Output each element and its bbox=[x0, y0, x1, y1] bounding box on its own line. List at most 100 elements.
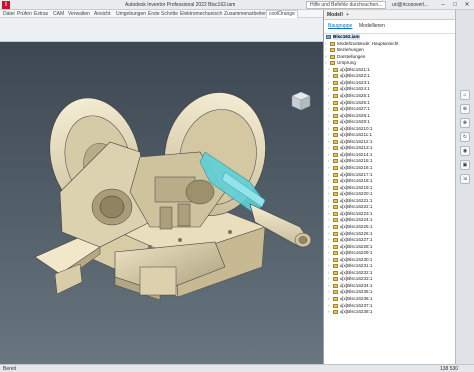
tree-item-part[interactable]: › ᴀ[x]Blsc16216:1 bbox=[324, 165, 455, 171]
tree-item-part[interactable]: › ᴀ[x]Blsc1625:1 bbox=[324, 93, 455, 99]
look-icon[interactable]: ◉ bbox=[460, 146, 470, 156]
minimize-button[interactable]: – bbox=[438, 1, 448, 9]
expand-icon[interactable]: › bbox=[328, 191, 330, 197]
expand-icon[interactable]: › bbox=[328, 178, 330, 184]
tab-pruefen[interactable]: Prüfen bbox=[17, 11, 32, 17]
tree-item-part[interactable]: › ᴀ[x]Blsc16215:1 bbox=[324, 158, 455, 164]
expand-icon[interactable]: › bbox=[325, 54, 327, 60]
tree-item-part[interactable]: › ᴀ[x]Blsc16224:1 bbox=[324, 217, 455, 223]
tree-item-part[interactable]: › ᴀ[x]Blsc16231:1 bbox=[324, 263, 455, 269]
expand-icon[interactable]: › bbox=[325, 60, 327, 66]
tab-coolorange[interactable]: coolOrange bbox=[266, 10, 298, 18]
tree-item-folder[interactable]: › Ursprung bbox=[324, 60, 455, 66]
tree-item-part[interactable]: › ᴀ[x]Blsc16225:1 bbox=[324, 224, 455, 230]
expand-icon[interactable]: › bbox=[328, 158, 330, 164]
tree-item-part[interactable]: › ᴀ[x]Blsc16230:1 bbox=[324, 257, 455, 263]
expand-icon[interactable]: › bbox=[328, 67, 330, 73]
modellieren-toggle[interactable]: Modellieren bbox=[359, 23, 385, 29]
expand-icon[interactable]: › bbox=[328, 126, 330, 132]
walk-icon[interactable]: ⇲ bbox=[460, 174, 470, 184]
expand-icon[interactable]: › bbox=[328, 217, 330, 223]
expand-icon[interactable]: › bbox=[328, 86, 330, 92]
tree-item-part[interactable]: › ᴀ[x]Blsc1629:1 bbox=[324, 119, 455, 125]
expand-icon[interactable]: › bbox=[328, 172, 330, 178]
tree-item-part[interactable]: › ᴀ[x]Blsc16227:1 bbox=[324, 237, 455, 243]
expand-icon[interactable]: › bbox=[328, 113, 330, 119]
expand-icon[interactable]: › bbox=[328, 132, 330, 138]
expand-icon[interactable]: › bbox=[328, 309, 330, 315]
expand-icon[interactable]: › bbox=[328, 106, 330, 112]
close-button[interactable]: ✕ bbox=[462, 1, 472, 9]
tree-item-part[interactable]: › ᴀ[x]Blsc16222:1 bbox=[324, 204, 455, 210]
tree-item-folder[interactable]: › Beziehungen bbox=[324, 47, 455, 53]
expand-icon[interactable]: › bbox=[328, 100, 330, 106]
expand-icon[interactable]: › bbox=[328, 165, 330, 171]
add-tab-button[interactable]: + bbox=[346, 12, 349, 18]
tree-item-part[interactable]: › ᴀ[x]Blsc16237:1 bbox=[324, 303, 455, 309]
tree-item-part[interactable]: › ᴀ[x]Blsc1626:1 bbox=[324, 100, 455, 106]
expand-icon[interactable]: › bbox=[328, 224, 330, 230]
expand-icon[interactable]: › bbox=[325, 41, 327, 47]
home-icon[interactable]: ⌂ bbox=[460, 90, 470, 100]
tab-verwalten[interactable]: Verwalten bbox=[68, 11, 90, 17]
inventor-app-icon[interactable]: I bbox=[2, 1, 10, 9]
pan-icon[interactable]: ✥ bbox=[460, 118, 470, 128]
maximize-button[interactable]: □ bbox=[450, 1, 460, 9]
expand-icon[interactable]: › bbox=[328, 152, 330, 158]
zoom-icon[interactable]: ⊕ bbox=[460, 104, 470, 114]
baugruppe-dropdown[interactable]: Baugruppe bbox=[328, 23, 352, 29]
user-account[interactable]: uri@ricosoverl... bbox=[392, 2, 428, 8]
expand-icon[interactable]: › bbox=[328, 270, 330, 276]
tree-item-part[interactable]: › ᴀ[x]Blsc1624:1 bbox=[324, 86, 455, 92]
tree-item-part[interactable]: › ᴀ[x]Blsc16235:1 bbox=[324, 289, 455, 295]
fit-icon[interactable]: ▣ bbox=[460, 160, 470, 170]
tree-item-part[interactable]: › ᴀ[x]Blsc16210:1 bbox=[324, 126, 455, 132]
tree-item-part[interactable]: › ᴀ[x]Blsc16236:1 bbox=[324, 296, 455, 302]
tree-item-folder[interactable]: › Modellzustände: Hauptansicht bbox=[324, 41, 455, 47]
expand-icon[interactable]: › bbox=[328, 93, 330, 99]
tree-item-part[interactable]: › ᴀ[x]Blsc16223:1 bbox=[324, 211, 455, 217]
tree-item-part[interactable]: › ᴀ[x]Blsc1623:1 bbox=[324, 80, 455, 86]
tab-zusammenarbeiten[interactable]: Zusammenarbeiten bbox=[224, 11, 267, 17]
expand-icon[interactable]: › bbox=[328, 185, 330, 191]
expand-icon[interactable]: › bbox=[328, 198, 330, 204]
tree-item-part[interactable]: › ᴀ[x]Blsc1622:1 bbox=[324, 73, 455, 79]
tab-elektromechanisch[interactable]: Elektromechanisch bbox=[180, 11, 222, 17]
expand-icon[interactable]: › bbox=[328, 145, 330, 151]
tree-item-part[interactable]: › ᴀ[x]Blsc1628:1 bbox=[324, 113, 455, 119]
tree-item-part[interactable]: › ᴀ[x]Blsc16226:1 bbox=[324, 231, 455, 237]
expand-icon[interactable]: › bbox=[325, 47, 327, 53]
tree-item-part[interactable]: › ᴀ[x]Blsc16234:1 bbox=[324, 283, 455, 289]
tree-item-part[interactable]: › ᴀ[x]Blsc1621:1 bbox=[324, 67, 455, 73]
tree-item-part[interactable]: › ᴀ[x]Blsc16220:1 bbox=[324, 191, 455, 197]
tree-item-part[interactable]: › ᴀ[x]Blsc16238:1 bbox=[324, 309, 455, 315]
expand-icon[interactable]: › bbox=[328, 244, 330, 250]
expand-icon[interactable]: › bbox=[328, 204, 330, 210]
tab-ansicht[interactable]: Ansicht bbox=[94, 11, 110, 17]
expand-icon[interactable]: › bbox=[328, 73, 330, 79]
tab-erste-schritte[interactable]: Erste Schritte bbox=[148, 11, 178, 17]
tree-item-part[interactable]: › ᴀ[x]Blsc16214:1 bbox=[324, 152, 455, 158]
expand-icon[interactable]: › bbox=[328, 303, 330, 309]
help-search-input[interactable]: Hilfe und Befehle durchsuchen... bbox=[306, 1, 386, 9]
tree-item-part[interactable]: › ᴀ[x]Blsc16213:1 bbox=[324, 145, 455, 151]
expand-icon[interactable]: › bbox=[328, 139, 330, 145]
tab-modell[interactable]: Modell bbox=[327, 12, 343, 18]
expand-icon[interactable]: › bbox=[328, 263, 330, 269]
tab-umgebungen[interactable]: Umgebungen bbox=[116, 11, 146, 17]
expand-icon[interactable]: › bbox=[328, 276, 330, 282]
tree-item-part[interactable]: › ᴀ[x]Blsc16221:1 bbox=[324, 198, 455, 204]
tree-item-part[interactable]: › ᴀ[x]Blsc16219:1 bbox=[324, 185, 455, 191]
tree-item-part[interactable]: › ᴀ[x]Blsc1627:1 bbox=[324, 106, 455, 112]
expand-icon[interactable]: › bbox=[328, 257, 330, 263]
tree-item-part[interactable]: › ᴀ[x]Blsc16211:1 bbox=[324, 132, 455, 138]
tree-item-part[interactable]: › ᴀ[x]Blsc16228:1 bbox=[324, 244, 455, 250]
expand-icon[interactable]: › bbox=[328, 296, 330, 302]
graphics-viewport[interactable] bbox=[0, 42, 323, 364]
tree-item-part[interactable]: › ᴀ[x]Blsc16233:1 bbox=[324, 276, 455, 282]
expand-icon[interactable]: › bbox=[328, 237, 330, 243]
tree-item-folder[interactable]: › Darstellungen bbox=[324, 54, 455, 60]
tree-item-part[interactable]: › ᴀ[x]Blsc16212:1 bbox=[324, 139, 455, 145]
orbit-icon[interactable]: ↻ bbox=[460, 132, 470, 142]
expand-icon[interactable]: › bbox=[328, 80, 330, 86]
